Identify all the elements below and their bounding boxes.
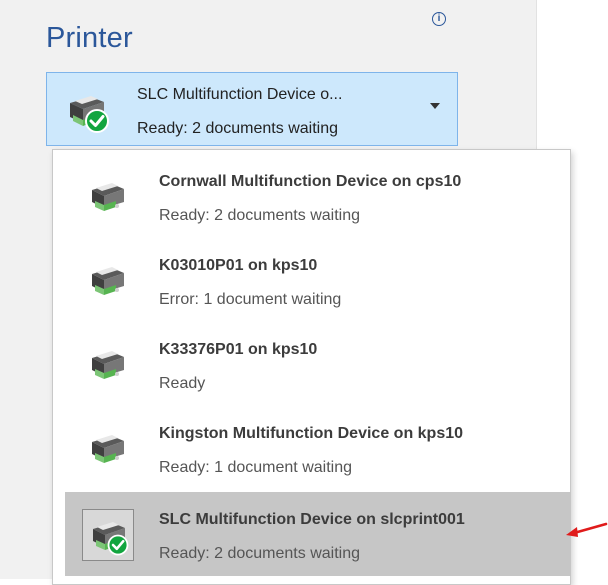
printer-option-kingston[interactable]: Kingston Multifunction Device on kps10 R… (65, 406, 571, 490)
printer-icon (92, 267, 124, 295)
printer-icon-frame (82, 509, 134, 561)
printer-status: Ready (159, 375, 206, 392)
printer-status: Ready: 2 documents waiting (159, 207, 360, 224)
printer-option-slc[interactable]: SLC Multifunction Device on slcprint001 … (65, 492, 571, 576)
printer-ready-icon (70, 96, 109, 133)
printer-list-dropdown: Cornwall Multifunction Device on cps10 R… (52, 149, 571, 585)
info-icon[interactable]: i (432, 12, 446, 26)
printer-icon-frame (82, 339, 134, 391)
selected-printer-status: Ready: 2 documents waiting (137, 120, 338, 137)
selected-printer-name: SLC Multifunction Device o... (137, 86, 343, 103)
printer-icon-frame (82, 255, 134, 307)
printer-name: K03010P01 on kps10 (159, 257, 318, 274)
printer-name: K33376P01 on kps10 (159, 341, 318, 358)
printer-option-k03010p01[interactable]: K03010P01 on kps10 Error: 1 document wai… (65, 238, 571, 322)
printer-icon-frame (82, 423, 134, 475)
printer-icon (92, 435, 124, 463)
printer-icon (92, 183, 124, 211)
printer-status: Ready: 2 documents waiting (159, 545, 360, 562)
printer-ready-icon (93, 522, 129, 556)
printer-status: Ready: 1 document waiting (159, 459, 352, 476)
annotation-arrow-icon (566, 522, 608, 537)
printer-option-cornwall[interactable]: Cornwall Multifunction Device on cps10 R… (65, 154, 571, 238)
printer-section-title: Printer (46, 22, 133, 54)
chevron-down-icon (430, 103, 440, 109)
printer-name: Cornwall Multifunction Device on cps10 (159, 173, 462, 190)
printer-name: SLC Multifunction Device on slcprint001 (159, 511, 465, 528)
printer-icon (92, 351, 124, 379)
printer-status: Error: 1 document waiting (159, 291, 342, 308)
printer-dropdown-button[interactable]: SLC Multifunction Device o... Ready: 2 d… (46, 72, 458, 146)
printer-name: Kingston Multifunction Device on kps10 (159, 425, 464, 442)
printer-icon-frame (82, 171, 134, 223)
printer-option-k33376p01[interactable]: K33376P01 on kps10 Ready (65, 322, 571, 406)
